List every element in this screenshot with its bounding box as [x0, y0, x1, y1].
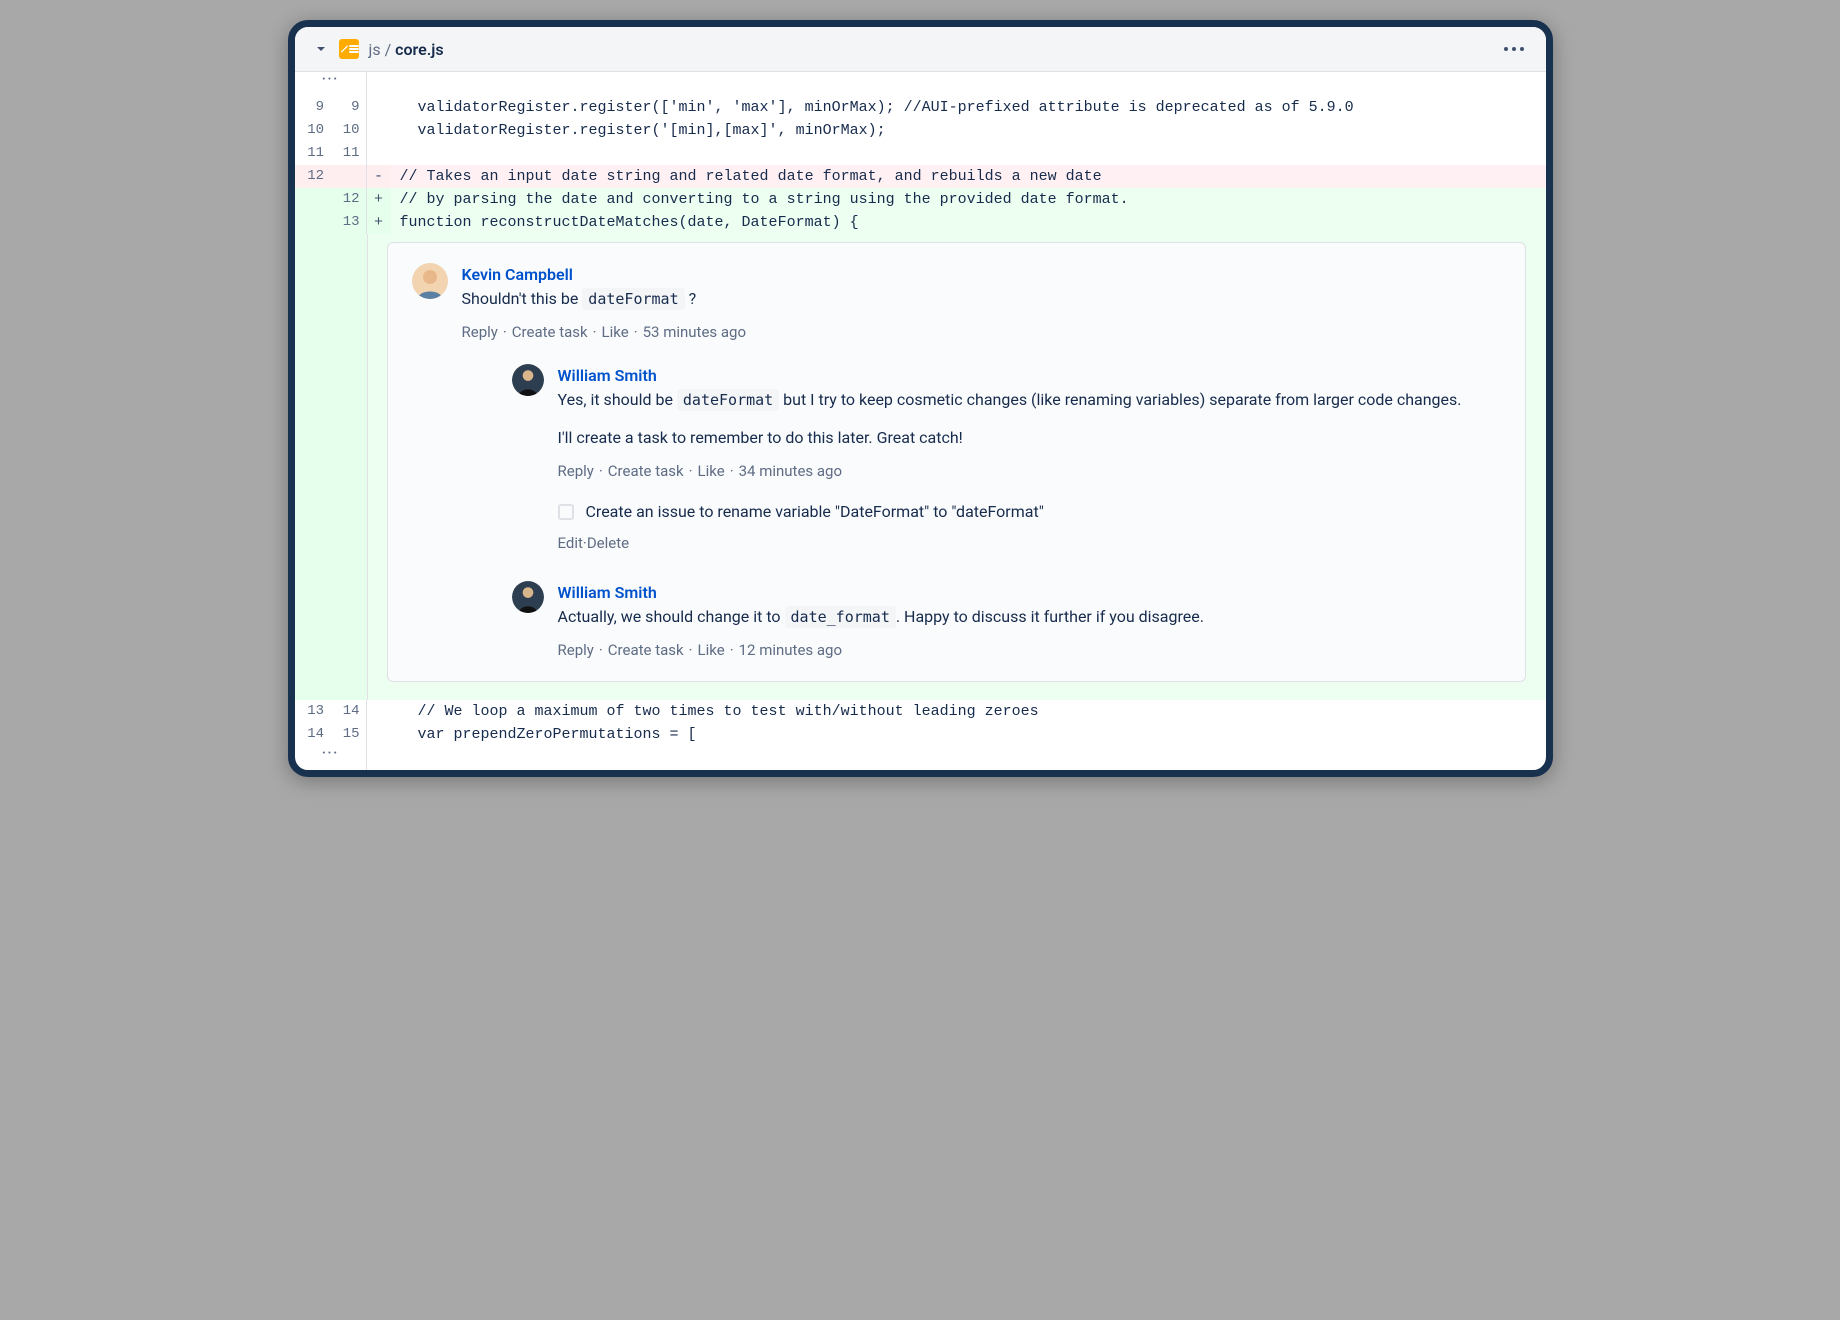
- diff-line: 99 validatorRegister.register(['min', 'm…: [295, 96, 1546, 119]
- expand-context-top[interactable]: ···: [295, 72, 1546, 96]
- reply-button[interactable]: Reply: [558, 641, 594, 659]
- comment: Kevin Campbell Shouldn't this be dateFor…: [412, 263, 1501, 661]
- expand-context-bottom[interactable]: ···: [295, 746, 1546, 770]
- create-task-button[interactable]: Create task: [608, 641, 684, 659]
- avatar[interactable]: [512, 364, 544, 396]
- more-menu-icon[interactable]: [1500, 43, 1528, 55]
- breadcrumb-folder: js: [369, 40, 381, 59]
- comment-reply: William Smith Yes, it should be dateForm…: [512, 364, 1501, 555]
- like-button[interactable]: Like: [602, 323, 629, 341]
- avatar[interactable]: [512, 581, 544, 613]
- diff-viewer-window: js / core.js ··· 99 validatorRegister.re…: [288, 20, 1553, 777]
- inline-code: dateFormat: [582, 288, 684, 310]
- create-task-button[interactable]: Create task: [512, 323, 588, 341]
- breadcrumb: js / core.js: [369, 40, 444, 59]
- diff-line: 1010 validatorRegister.register('[min],[…: [295, 119, 1546, 142]
- delete-button[interactable]: Delete: [587, 534, 629, 552]
- comment-time: 34 minutes ago: [739, 462, 842, 480]
- file-header: js / core.js: [295, 27, 1546, 72]
- reply-button[interactable]: Reply: [462, 323, 498, 341]
- breadcrumb-filename: core.js: [395, 40, 443, 59]
- diff-line-added: 13 + function reconstructDateMatches(dat…: [295, 211, 1546, 234]
- comment-reply: William Smith Actually, we should change…: [512, 581, 1501, 662]
- comment-author[interactable]: William Smith: [558, 364, 1501, 388]
- task-item: Create an issue to rename variable "Date…: [558, 500, 1501, 524]
- diff-line-removed: 12 - // Takes an input date string and r…: [295, 165, 1546, 188]
- reply-button[interactable]: Reply: [558, 462, 594, 480]
- create-task-button[interactable]: Create task: [608, 462, 684, 480]
- like-button[interactable]: Like: [698, 641, 725, 659]
- avatar[interactable]: [412, 263, 448, 299]
- comment-thread: Kevin Campbell Shouldn't this be dateFor…: [295, 234, 1546, 700]
- comment-time: 12 minutes ago: [739, 641, 842, 659]
- diff-line: 1415 var prependZeroPermutations = [: [295, 723, 1546, 746]
- like-button[interactable]: Like: [698, 462, 725, 480]
- inline-code: dateFormat: [677, 389, 779, 411]
- edit-button[interactable]: Edit: [558, 534, 583, 552]
- comment-author[interactable]: William Smith: [558, 581, 1501, 605]
- comment-author[interactable]: Kevin Campbell: [462, 263, 1501, 287]
- comment-time: 53 minutes ago: [643, 323, 746, 341]
- comment-actions: Reply·Create task·Like·12 minutes ago: [558, 639, 1501, 662]
- task-checkbox[interactable]: [558, 504, 574, 520]
- diff-line: 1314 // We loop a maximum of two times t…: [295, 700, 1546, 723]
- task-actions: Edit·Delete: [558, 532, 1501, 555]
- inline-code: date_format: [785, 606, 896, 628]
- task-text: Create an issue to rename variable "Date…: [586, 500, 1044, 524]
- comment-actions: Reply·Create task·Like·53 minutes ago: [462, 321, 1501, 344]
- collapse-toggle[interactable]: [313, 41, 329, 57]
- diff-line: 1111: [295, 142, 1546, 165]
- file-modified-icon: [339, 39, 359, 59]
- diff-body: ··· 99 validatorRegister.register(['min'…: [295, 72, 1546, 770]
- diff-line-added: 12 + // by parsing the date and converti…: [295, 188, 1546, 211]
- comment-actions: Reply·Create task·Like·34 minutes ago: [558, 460, 1501, 483]
